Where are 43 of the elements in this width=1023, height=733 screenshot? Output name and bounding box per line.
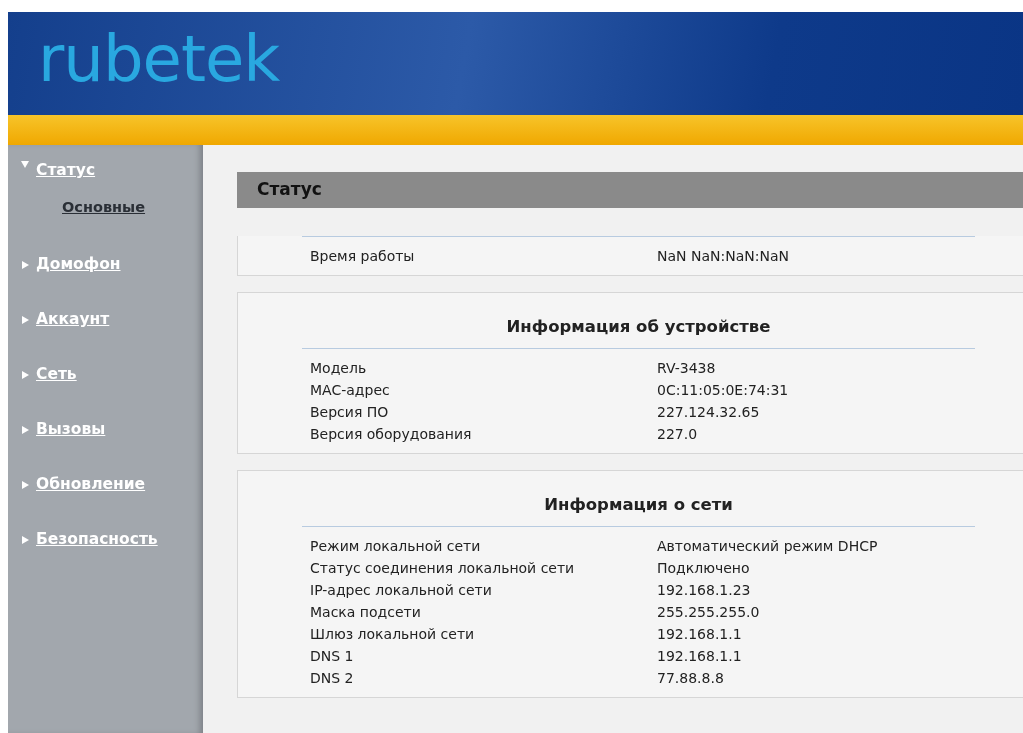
field-value: 227.124.32.65 xyxy=(657,402,760,422)
sidebar-item[interactable]: Безопасность xyxy=(8,512,203,567)
sidebar-item[interactable]: Обновление xyxy=(8,457,203,512)
caret-right-icon xyxy=(20,479,30,490)
sidebar-item[interactable]: Домофон xyxy=(8,237,203,292)
field-label: Модель xyxy=(309,358,368,378)
field-value: Подключено xyxy=(657,558,750,578)
field-value: NaN NaN:NaN:NaN xyxy=(657,247,789,266)
field-value: 192.168.1.23 xyxy=(657,580,751,600)
field-value: RV-3438 xyxy=(657,358,716,378)
panel-title: Информация об устройстве xyxy=(505,316,772,338)
field-value: 0C:11:05:0E:74:31 xyxy=(657,380,789,400)
field-label: MAC-адрес xyxy=(309,380,391,400)
field-value: 77.88.8.8 xyxy=(657,668,724,688)
caret-right-icon xyxy=(20,369,30,380)
field-label: Версия оборудования xyxy=(309,424,473,444)
field-label: DNS 1 xyxy=(309,646,355,666)
field-label: Режим локальной сети xyxy=(309,536,482,556)
field-value: 192.168.1.1 xyxy=(657,646,742,666)
sidebar-item[interactable]: Сеть xyxy=(8,347,203,402)
field-label: Маска подсети xyxy=(309,602,422,622)
field-value: 227.0 xyxy=(657,424,698,444)
caret-down-icon xyxy=(20,159,30,169)
field-label: Время работы xyxy=(309,247,416,266)
caret-right-icon xyxy=(20,534,30,545)
field-label: DNS 2 xyxy=(309,668,355,688)
field-value: Автоматический режим DHCP xyxy=(657,536,878,556)
logo: rubetek xyxy=(38,26,280,91)
sidebar-subitem[interactable]: Основные xyxy=(8,197,203,237)
caret-right-icon xyxy=(20,314,30,325)
page-title-bar: Статус xyxy=(237,172,1023,208)
panel-title: Информация о сети xyxy=(543,493,734,516)
field-value: 192.168.1.1 xyxy=(657,624,742,644)
field-label: Шлюз локальной сети xyxy=(309,624,476,644)
sidebar-item[interactable]: Аккаунт xyxy=(8,292,203,347)
caret-right-icon xyxy=(20,259,30,270)
field-value: 255.255.255.0 xyxy=(657,602,760,622)
field-label: Статус соединения локальной сети xyxy=(309,558,576,578)
sidebar-item[interactable]: Вызовы xyxy=(8,402,203,457)
sidebar-item[interactable]: Статус xyxy=(8,159,203,197)
field-label: IP-адрес локальной сети xyxy=(309,580,493,600)
caret-right-icon xyxy=(20,424,30,435)
field-label: Версия ПО xyxy=(309,402,390,422)
